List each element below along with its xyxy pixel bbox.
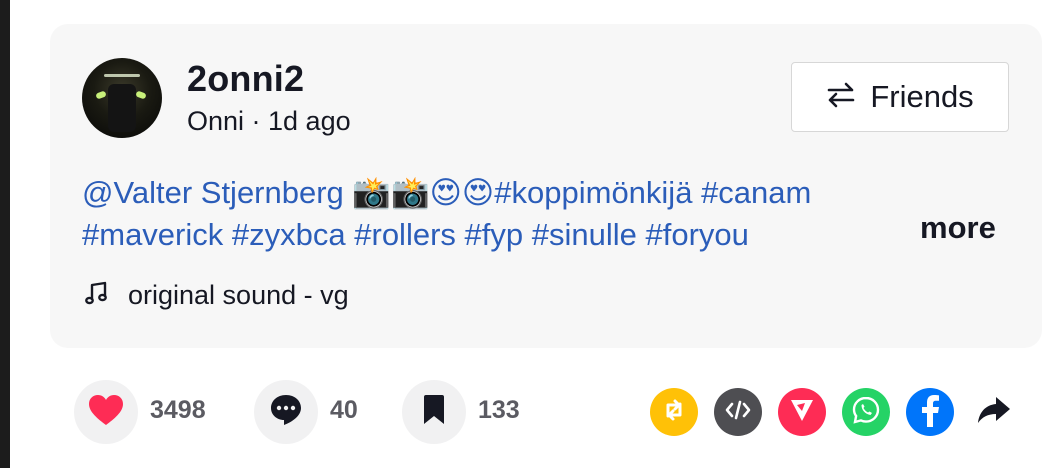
- hashtag-link[interactable]: #koppimönkijä: [494, 175, 692, 210]
- hashtag-link[interactable]: #zyxbca: [232, 217, 346, 252]
- favorite-button[interactable]: [402, 380, 466, 444]
- embed-code-icon: [724, 399, 752, 426]
- caption: @Valter Stjernberg 📸📸😍😍#koppimönkijä #ca…: [82, 172, 912, 256]
- share-arrow-icon: [977, 395, 1011, 430]
- sound-link[interactable]: original sound - vg: [84, 280, 349, 311]
- send-to-friends-button[interactable]: [778, 388, 826, 436]
- caption-more-button[interactable]: more: [920, 210, 996, 246]
- sound-label: original sound - vg: [128, 280, 349, 310]
- hashtag-link[interactable]: #maverick: [82, 217, 223, 252]
- hashtag-link[interactable]: #rollers: [354, 217, 456, 252]
- caption-emojis: 📸📸😍😍: [352, 175, 495, 210]
- facebook-share-button[interactable]: [906, 388, 954, 436]
- swap-arrows-icon: [826, 82, 856, 113]
- hashtag-link[interactable]: #foryou: [646, 217, 749, 252]
- music-note-icon: [84, 280, 110, 311]
- author-username[interactable]: 2onni2: [187, 58, 304, 100]
- hashtag-link[interactable]: #canam: [701, 175, 811, 210]
- bookmark-icon: [421, 394, 447, 431]
- repost-icon: [660, 396, 688, 429]
- window-edge: [0, 0, 10, 468]
- avatar[interactable]: [82, 58, 162, 138]
- save-count: 133: [478, 396, 520, 424]
- facebook-icon: [918, 393, 942, 432]
- friends-button-label: Friends: [870, 79, 974, 114]
- whatsapp-share-button[interactable]: [842, 388, 890, 436]
- heart-icon: [88, 394, 124, 431]
- hashtag-link[interactable]: #fyp: [465, 217, 524, 252]
- author-subline: Onni · 1d ago: [187, 106, 351, 136]
- caption-mention[interactable]: @Valter Stjernberg: [82, 175, 344, 210]
- like-button[interactable]: [74, 380, 138, 444]
- more-share-button[interactable]: [970, 388, 1018, 436]
- hashtag-link[interactable]: #sinulle: [532, 217, 637, 252]
- comment-button[interactable]: [254, 380, 318, 444]
- friends-button[interactable]: Friends: [791, 62, 1009, 132]
- embed-button[interactable]: [714, 388, 762, 436]
- send-icon: [789, 397, 815, 428]
- whatsapp-icon: [851, 395, 881, 430]
- like-count: 3498: [150, 396, 206, 424]
- comment-count: 40: [330, 396, 358, 424]
- repost-button[interactable]: [650, 388, 698, 436]
- comment-bubble-icon: [269, 393, 303, 432]
